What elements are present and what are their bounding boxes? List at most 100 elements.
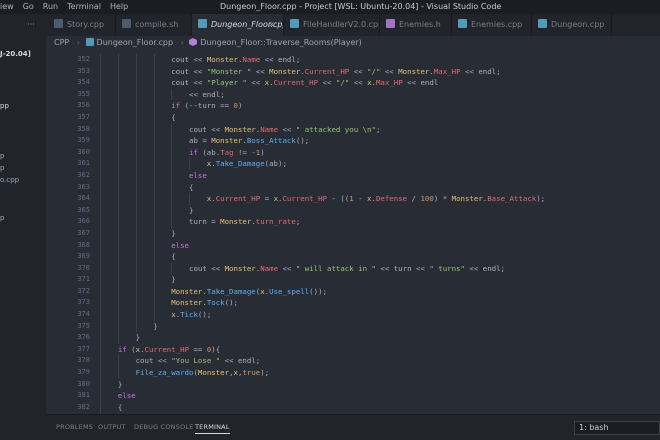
tabs-overflow-button[interactable]: ··· — [20, 14, 42, 36]
indent-guide — [117, 227, 119, 240]
tab-debug-console[interactable]: DEBUG CONSOLE — [134, 423, 194, 431]
explorer-item[interactable]: p — [0, 152, 4, 160]
code-line[interactable]: else — [100, 169, 545, 182]
explorer-item[interactable]: p — [0, 214, 4, 222]
tab-filehandler-cpp[interactable]: FileHandlerV2.0.cpp — [284, 14, 380, 36]
code-line[interactable]: } — [100, 378, 545, 391]
indent-guide — [117, 285, 119, 298]
indent-guide — [117, 77, 119, 89]
code-line[interactable]: cout << "You Lose " << endl; — [100, 355, 545, 368]
sidebar-bottom — [0, 420, 46, 440]
indent-guide — [117, 54, 119, 66]
tab-dungeon-cpp[interactable]: Dungeon.cpp — [532, 14, 612, 36]
indent-guide — [153, 262, 155, 275]
tab-enemies-h[interactable]: Enemies.h — [380, 14, 452, 36]
header-file-icon — [386, 19, 395, 28]
tab-terminal[interactable]: TERMINAL — [195, 423, 230, 434]
breadcrumb-folder[interactable]: CPP — [54, 38, 69, 47]
indent-guide — [153, 216, 155, 228]
indent-guide — [100, 193, 101, 205]
tab-story-cpp[interactable]: Story.cpp — [48, 14, 116, 36]
code-line[interactable]: } — [100, 320, 545, 333]
line-number: 362 — [77, 170, 90, 179]
code-line[interactable]: cout << "Monster " << Monster.Current_HP… — [100, 65, 545, 78]
cpp-file-icon — [538, 19, 547, 28]
tab-label: Enemies.cpp — [471, 20, 523, 29]
indent-guide — [153, 309, 155, 321]
code-line[interactable]: } — [100, 204, 545, 217]
indent-guide — [117, 181, 119, 194]
tab-enemies-cpp[interactable]: Enemies.cpp — [452, 14, 532, 36]
code-line[interactable]: { — [100, 251, 545, 263]
terminal-select[interactable]: 1: bash — [574, 421, 660, 435]
tab-dungeon-floor-cpp[interactable]: Dungeon_Floor.cpp × — [192, 14, 284, 36]
code-line[interactable]: } — [100, 274, 545, 286]
indent-guide — [117, 158, 119, 170]
indent-guide — [100, 332, 101, 344]
code-line[interactable]: else — [100, 239, 545, 252]
indent-guide — [117, 367, 119, 379]
breadcrumb-symbol[interactable]: Dungeon_Floor::Traverse_Rooms(Player) — [200, 38, 361, 47]
indent-guide — [117, 355, 119, 368]
indent-guide — [135, 54, 137, 66]
code-line[interactable]: x.Take_Damage(ab); — [100, 158, 545, 170]
code-line[interactable]: x.Current_HP = x.Current_HP - ((1 - x.De… — [100, 193, 545, 205]
file-icon — [54, 19, 63, 28]
code-line[interactable]: ab = Monster.Boss_Attack(); — [100, 135, 545, 147]
code-line[interactable]: << endl; — [100, 88, 545, 101]
line-number: 364 — [77, 194, 90, 203]
indent-guide — [117, 297, 119, 310]
indent-guide — [135, 320, 137, 333]
code-content[interactable]: cout << Monster.Name << endl; cout << "M… — [100, 54, 545, 414]
breadcrumb: CPP › Dungeon_Floor.cpp › Dungeon_Floor:… — [46, 36, 660, 50]
code-editor[interactable]: 352 353 354 355 356 357 358 359 360 361 … — [46, 50, 660, 414]
line-number: 360 — [77, 147, 90, 156]
menu-item-help[interactable]: Help — [110, 0, 128, 14]
code-line[interactable]: else — [100, 390, 545, 402]
indent-guide — [153, 227, 155, 240]
code-line[interactable]: cout << Monster.Name << endl; — [100, 54, 545, 66]
menu-item-view[interactable]: iew — [0, 0, 14, 14]
code-line[interactable]: if (ab.Tag != -1) — [100, 146, 545, 159]
code-line[interactable]: cout << Monster.Name << " will attack in… — [100, 262, 545, 275]
menu-item-go[interactable]: Go — [23, 0, 34, 14]
code-line[interactable]: turn = Monster.turn_rate; — [100, 216, 545, 228]
breadcrumb-file[interactable]: Dungeon_Floor.cpp — [97, 38, 174, 47]
explorer-item[interactable]: o.cpp — [0, 176, 19, 184]
indent-guide — [100, 181, 101, 194]
code-line[interactable]: cout << "Player " << x.Current_HP << "/"… — [100, 77, 545, 89]
explorer-item[interactable]: pp — [0, 102, 9, 110]
code-line[interactable]: File_za_wardo(Monster,x,true); — [100, 367, 545, 379]
code-line[interactable]: Monster.Tock(); — [100, 297, 545, 310]
code-line[interactable]: if (x.Current_HP == 0){ — [100, 343, 545, 356]
code-line[interactable]: { — [100, 111, 545, 124]
code-line[interactable]: cout << Monster.Name << " attacked you \… — [100, 123, 545, 136]
tab-output[interactable]: OUTPUT — [98, 423, 126, 431]
line-number: 368 — [77, 240, 90, 249]
indent-guide — [117, 111, 119, 124]
tab-compile-sh[interactable]: compile.sh — [116, 14, 192, 36]
workspace-header[interactable]: J-20.04] — [0, 50, 46, 58]
menu-item-terminal[interactable]: Terminal — [67, 0, 101, 14]
code-line[interactable]: x.Tick(); — [100, 309, 545, 321]
menu-item-run[interactable]: Run — [43, 0, 58, 14]
code-line[interactable]: if (--turn == 0) — [100, 100, 545, 112]
indent-guide — [135, 123, 137, 136]
code-line[interactable]: } — [100, 227, 545, 240]
indent-guide — [117, 309, 119, 321]
indent-guide — [100, 320, 101, 333]
code-line[interactable]: } — [100, 332, 545, 344]
indent-guide — [171, 88, 173, 101]
indent-guide — [153, 135, 155, 147]
line-number: 373 — [77, 298, 90, 307]
close-icon[interactable]: × — [268, 14, 275, 36]
indent-guide — [135, 204, 137, 217]
code-line[interactable]: { — [100, 181, 545, 194]
line-number: 372 — [77, 286, 90, 295]
code-line[interactable]: Monster.Take_Damage(x.Use_spell()); — [100, 285, 545, 298]
indent-guide — [117, 239, 119, 252]
code-line[interactable]: { — [100, 401, 545, 414]
explorer-item[interactable]: p — [0, 164, 4, 172]
tab-problems[interactable]: PROBLEMS — [56, 423, 93, 431]
indent-guide — [117, 332, 119, 344]
